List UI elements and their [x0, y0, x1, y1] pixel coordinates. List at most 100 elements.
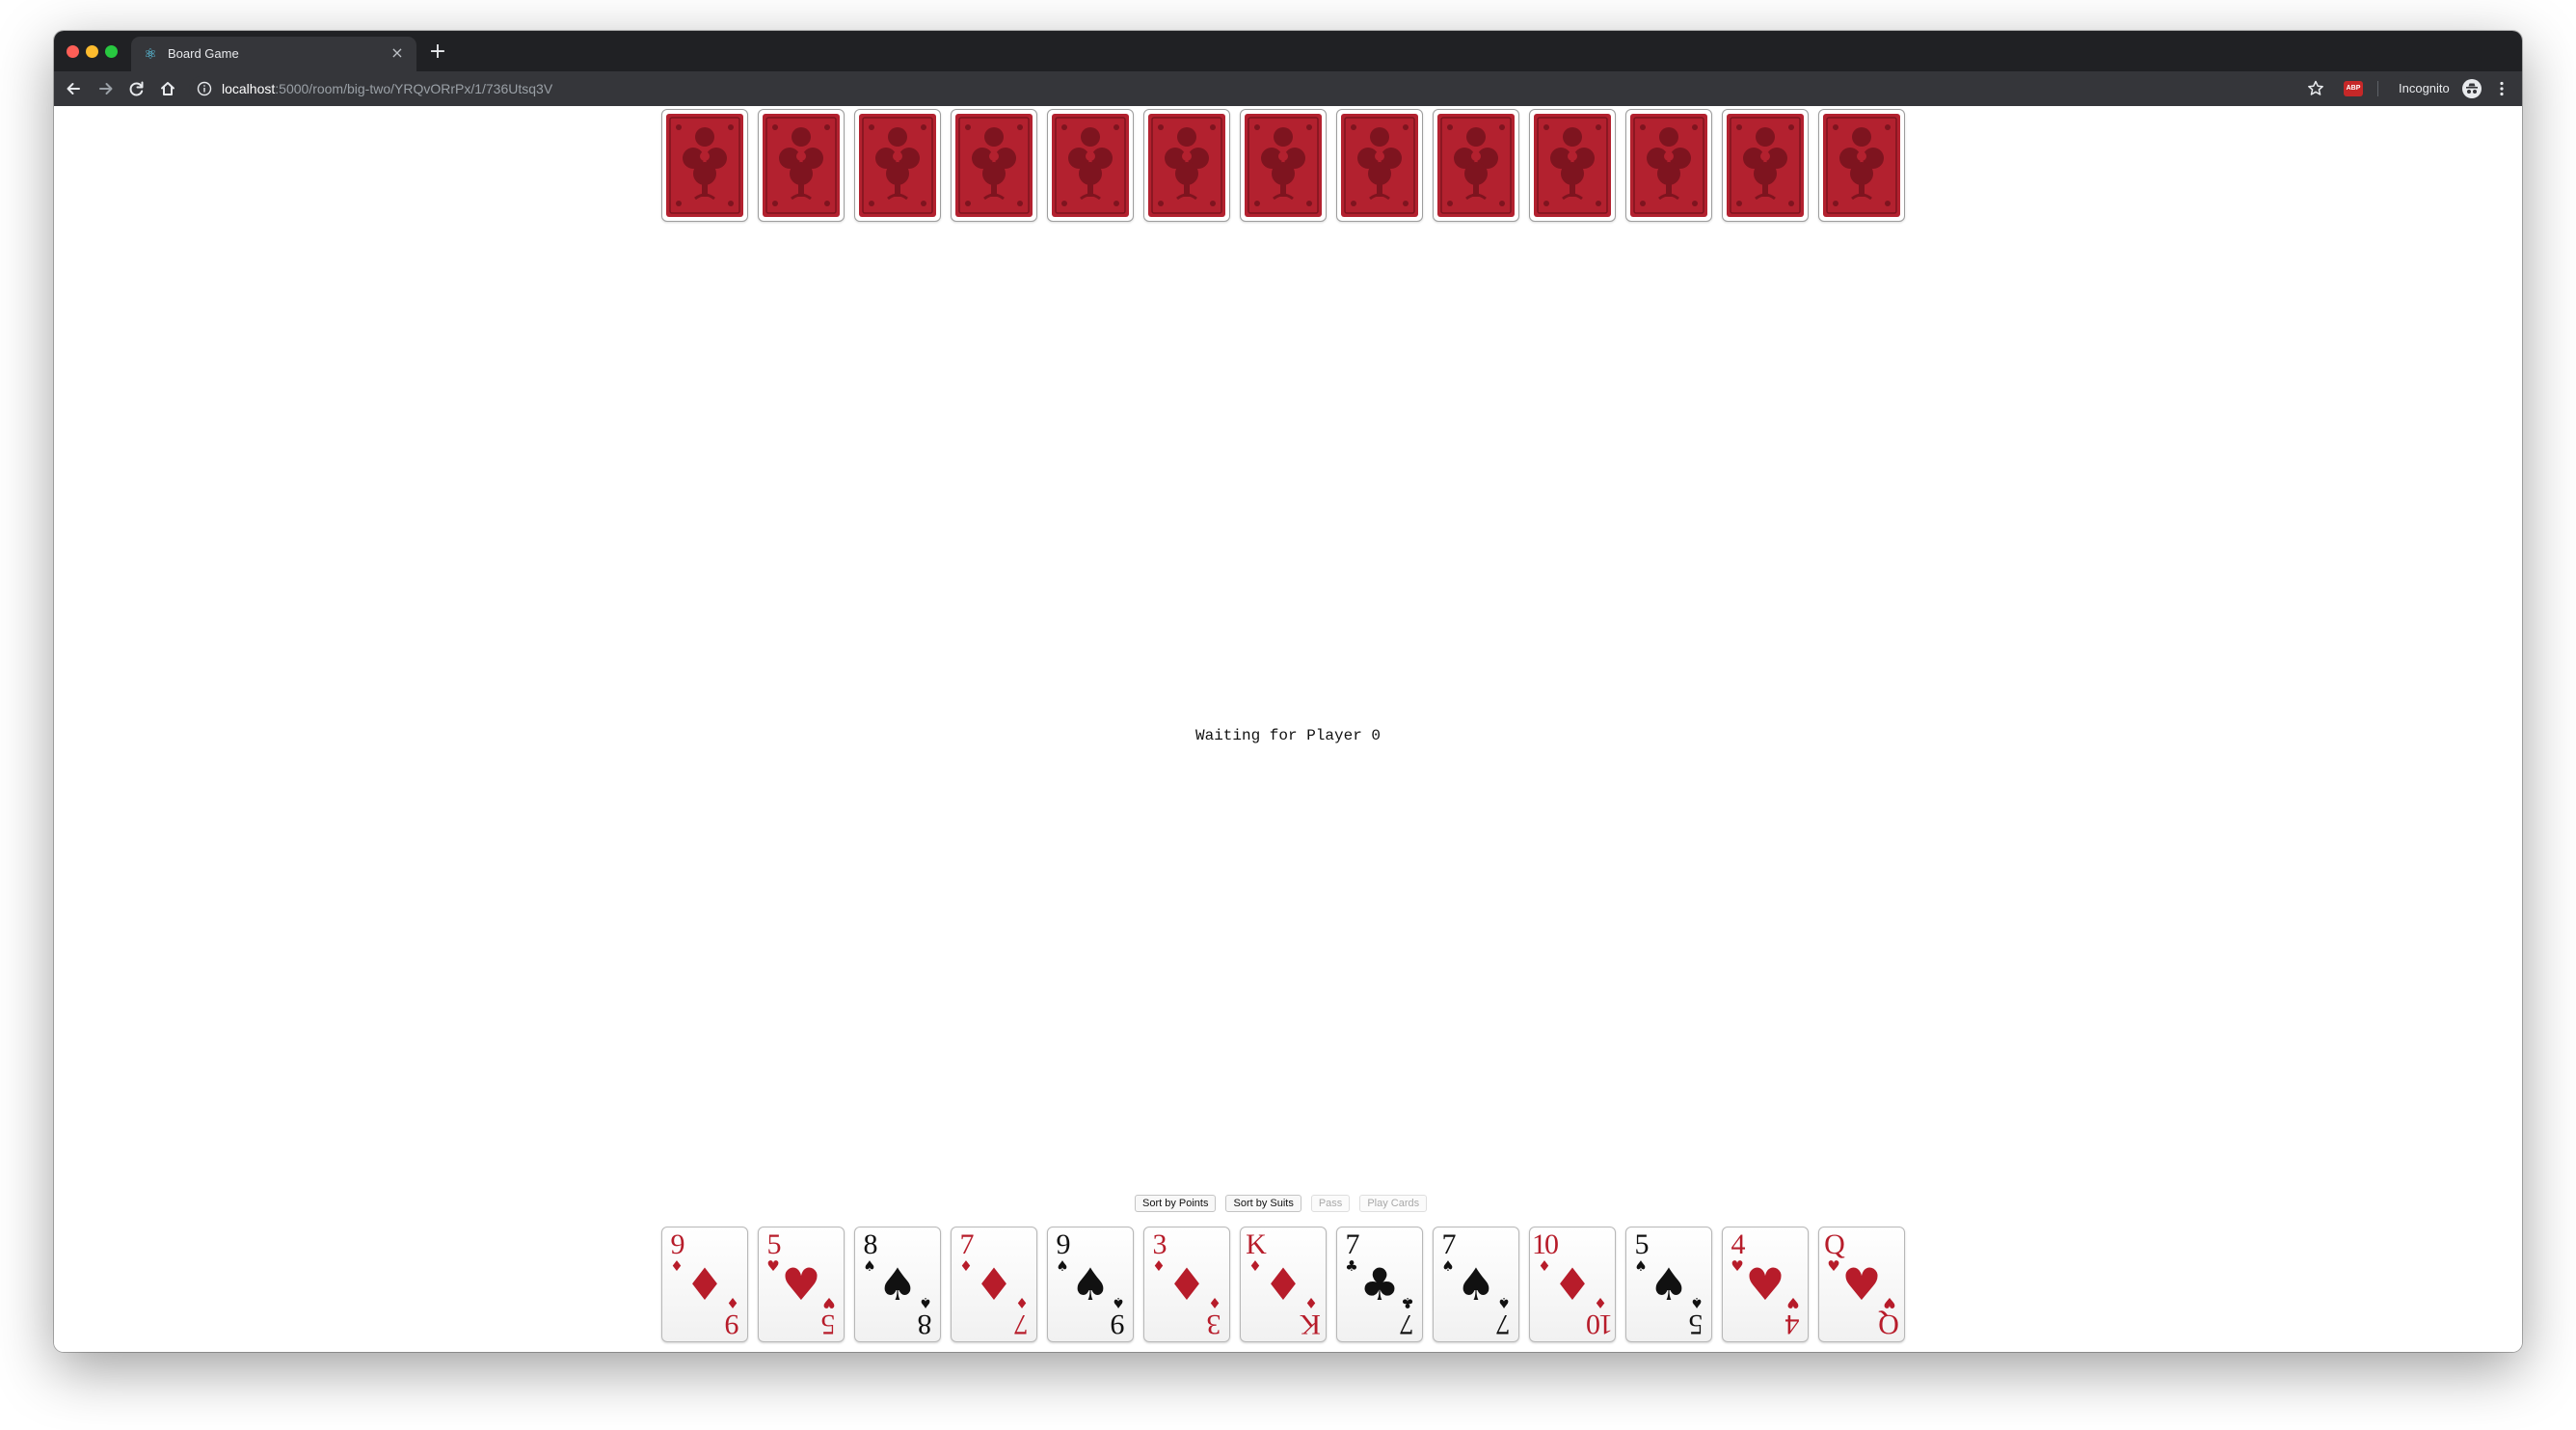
card-suit-icon: ♥	[822, 1294, 836, 1311]
hand-controls: Sort by Points Sort by Suits Pass Play C…	[1135, 1195, 1428, 1212]
minimize-window-button[interactable]	[86, 45, 98, 58]
card-suit-icon: ♠	[1112, 1294, 1125, 1311]
opponent-card-back	[758, 109, 845, 222]
react-icon: ⚛	[144, 45, 157, 63]
card-suit-icon: ♦	[1208, 1294, 1221, 1311]
card-corner: 8 ♠	[914, 1294, 937, 1340]
card-rank: 7	[959, 1228, 975, 1260]
card-rank: 5	[1690, 1309, 1704, 1340]
playing-card[interactable]: 3 ♦ ♦ 3 ♦	[1143, 1227, 1230, 1342]
sort-by-suits-button[interactable]: Sort by Suits	[1225, 1195, 1301, 1212]
opponent-card-back	[854, 109, 941, 222]
tab-title: Board Game	[168, 46, 239, 61]
card-rank: 9	[670, 1228, 685, 1260]
status-text: Waiting for Player 0	[1194, 727, 1382, 744]
url-text[interactable]: localhost:5000/room/big-two/YRQvORrPx/1/…	[222, 80, 552, 97]
card-rank: 3	[1208, 1309, 1221, 1340]
url-path: :5000/room/big-two/YRQvORrPx/1/736Utsq3V	[275, 81, 553, 96]
card-suit-icon: ♦	[1015, 1294, 1029, 1311]
card-corner: 10 ♦	[1588, 1294, 1613, 1340]
playing-card[interactable]: Q ♥ ♥ Q ♥	[1818, 1227, 1905, 1342]
card-suit-icon: ♠	[1690, 1294, 1704, 1311]
url-host: localhost	[222, 81, 276, 96]
card-rank: 8	[863, 1228, 878, 1260]
card-corner: 9 ♠	[1107, 1294, 1130, 1340]
info-icon[interactable]	[197, 81, 212, 96]
card-rank: K	[1246, 1228, 1267, 1260]
playing-card[interactable]: 7 ♣ ♣ 7 ♣	[1336, 1227, 1423, 1342]
card-corner: Q ♥	[1878, 1294, 1901, 1340]
card-rank: 5	[766, 1228, 782, 1260]
card-corner: 7 ♣	[1396, 1294, 1419, 1340]
card-rank: 7	[1345, 1228, 1360, 1260]
card-corner: K ♦	[1300, 1294, 1323, 1340]
browser-window: ⚛ Board Game × + localhost:5000/room/big…	[54, 31, 2522, 1352]
card-rank: 7	[1401, 1309, 1414, 1340]
card-suit-icon: ♠	[1497, 1294, 1511, 1311]
sort-by-points-button[interactable]: Sort by Points	[1135, 1195, 1217, 1212]
card-suit-icon: ♣	[1401, 1294, 1414, 1311]
card-rank: 10	[1532, 1228, 1559, 1260]
forward-icon[interactable]	[93, 75, 120, 102]
card-rank: 7	[1497, 1309, 1511, 1340]
card-rank: 9	[726, 1309, 739, 1340]
card-rank: 5	[822, 1309, 836, 1340]
playing-card[interactable]: 7 ♦ ♦ 7 ♦	[951, 1227, 1037, 1342]
home-icon[interactable]	[154, 75, 181, 102]
card-suit-icon: ♥	[1883, 1294, 1896, 1311]
address-bar[interactable]: localhost:5000/room/big-two/YRQvORrPx/1/…	[189, 76, 2418, 101]
close-icon[interactable]: ×	[388, 43, 407, 63]
close-window-button[interactable]	[67, 45, 79, 58]
reload-icon[interactable]	[123, 75, 150, 102]
card-rank: 3	[1152, 1228, 1167, 1260]
star-icon[interactable]	[2304, 77, 2327, 100]
playing-card[interactable]: 9 ♦ ♦ 9 ♦	[661, 1227, 748, 1342]
card-rank: 8	[919, 1309, 932, 1340]
playing-card[interactable]: 4 ♥ ♥ 4 ♥	[1722, 1227, 1809, 1342]
browser-toolbar: localhost:5000/room/big-two/YRQvORrPx/1/…	[54, 71, 2522, 106]
maximize-window-button[interactable]	[105, 45, 118, 58]
pass-button[interactable]: Pass	[1310, 1195, 1351, 1212]
opponent-card-back	[1336, 109, 1423, 222]
tab-strip: ⚛ Board Game × +	[54, 31, 2522, 71]
card-rank: Q	[1880, 1309, 1899, 1340]
opponent-card-back	[951, 109, 1037, 222]
card-rank: 9	[1112, 1309, 1125, 1340]
card-suit-icon: ♦	[1594, 1294, 1607, 1311]
back-icon[interactable]	[60, 75, 87, 102]
card-suit-icon: ♦	[1304, 1294, 1318, 1311]
playing-card[interactable]: 5 ♥ ♥ 5 ♥	[758, 1227, 845, 1342]
opponent-card-back	[1625, 109, 1712, 222]
card-suit-icon: ♦	[726, 1294, 739, 1311]
incognito-icon[interactable]	[2461, 78, 2482, 99]
card-corner: 5 ♥	[818, 1294, 841, 1340]
opponent-card-back	[661, 109, 748, 222]
play-cards-button[interactable]: Play Cards	[1359, 1195, 1428, 1212]
opponent-card-back	[1529, 109, 1616, 222]
card-corner: 9 ♦	[721, 1294, 744, 1340]
card-rank: 7	[1441, 1228, 1457, 1260]
card-corner: 4 ♥	[1782, 1294, 1805, 1340]
plus-icon[interactable]: +	[426, 40, 449, 64]
card-suit-icon: ♠	[919, 1294, 932, 1311]
incognito-label[interactable]: Incognito	[2399, 80, 2450, 97]
menu-icon[interactable]	[2491, 78, 2512, 99]
toolbar-divider	[2377, 81, 2378, 96]
opponent-card-back	[1433, 109, 1519, 222]
opponent-card-back	[1143, 109, 1230, 222]
opponent-card-back	[1722, 109, 1809, 222]
playing-card[interactable]: 9 ♠ ♠ 9 ♠	[1047, 1227, 1134, 1342]
card-rank: 10	[1588, 1309, 1613, 1340]
tab-board-game[interactable]: ⚛ Board Game ×	[131, 37, 416, 71]
playing-card[interactable]: 5 ♠ ♠ 5 ♠	[1625, 1227, 1712, 1342]
opponent-card-back	[1818, 109, 1905, 222]
card-rank: 4	[1731, 1228, 1746, 1260]
playing-card[interactable]: 7 ♠ ♠ 7 ♠	[1433, 1227, 1519, 1342]
playing-card[interactable]: 8 ♠ ♠ 8 ♠	[854, 1227, 941, 1342]
card-corner: 7 ♦	[1010, 1294, 1033, 1340]
playing-card[interactable]: 10 ♦ ♦ 10 ♦	[1529, 1227, 1616, 1342]
card-rank: 5	[1634, 1228, 1650, 1260]
adblock-extension-icon[interactable]: ABP	[2344, 81, 2363, 96]
playing-card[interactable]: K ♦ ♦ K ♦	[1240, 1227, 1327, 1342]
card-suit-icon: ♥	[1786, 1294, 1800, 1311]
